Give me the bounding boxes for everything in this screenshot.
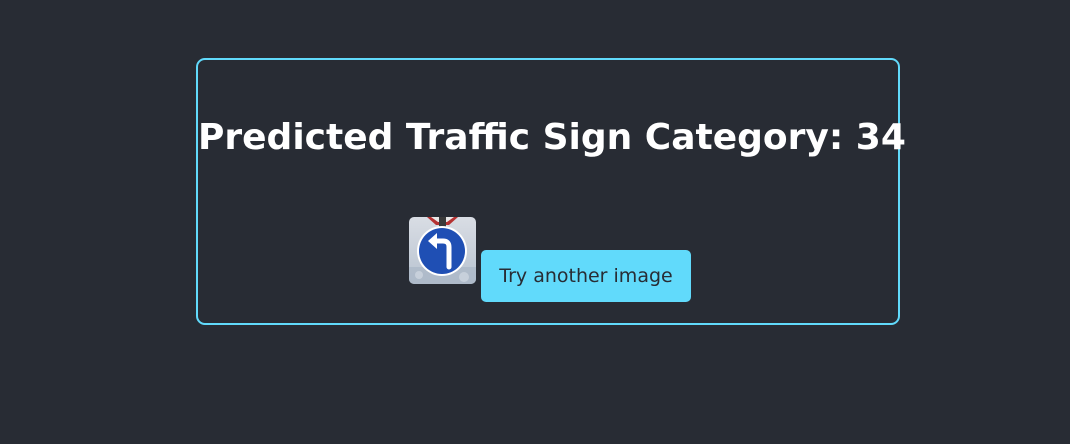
result-card: Predicted Traffic Sign Category: 34 Try … [196,58,906,325]
try-another-image-button[interactable]: Try another image [481,250,691,302]
traffic-sign-image [409,217,476,284]
predicted-category-title: Predicted Traffic Sign Category: 34 [198,117,906,158]
